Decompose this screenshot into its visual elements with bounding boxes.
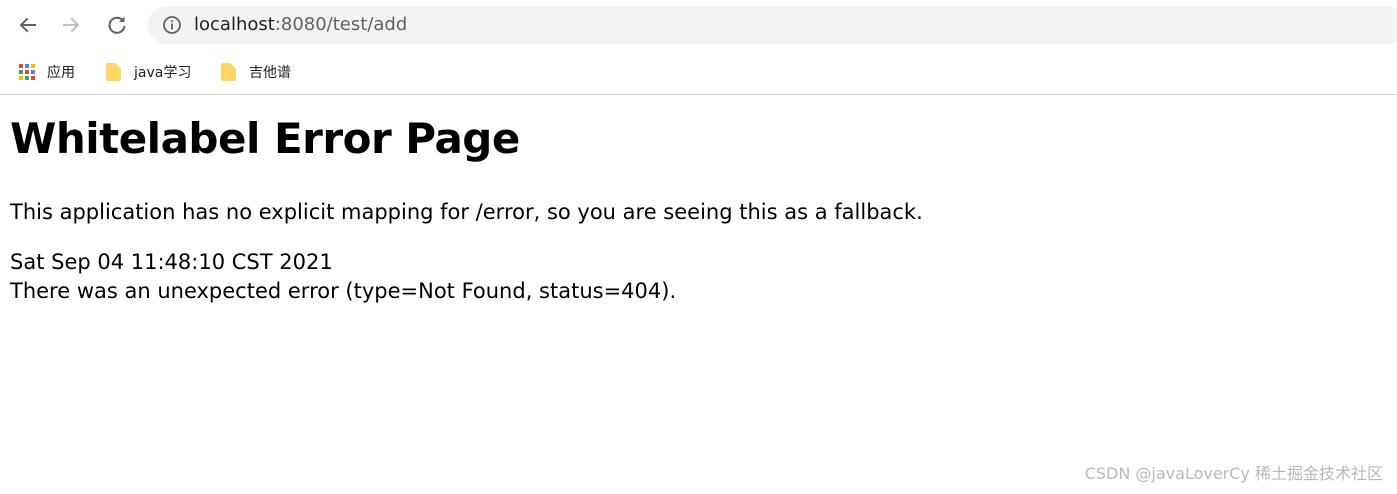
bookmarks-bar: 应用 java学习 吉他谱	[0, 50, 1397, 95]
reload-icon	[108, 16, 126, 34]
watermark: CSDN @javaLoverCy 稀土掘金技术社区	[1084, 464, 1383, 483]
url-host: localhost	[194, 14, 275, 35]
url-path: :8080/test/add	[274, 14, 408, 35]
arrow-left-icon	[19, 17, 36, 33]
back-button[interactable]	[12, 9, 44, 41]
info-icon[interactable]	[162, 15, 182, 35]
reload-button[interactable]	[101, 9, 133, 41]
folder-icon	[221, 63, 236, 81]
error-timestamp: Sat Sep 04 11:48:10 CST 2021	[10, 250, 333, 274]
bookmark-label: java学习	[134, 65, 192, 81]
browser-toolbar: localhost:8080/test/add	[0, 0, 1397, 50]
page-title: Whitelabel Error Page	[10, 114, 520, 163]
bookmark-label: 吉他谱	[249, 65, 291, 81]
error-description: This application has no explicit mapping…	[10, 200, 923, 224]
apps-grid-icon	[19, 64, 35, 80]
url-text[interactable]: localhost:8080/test/add	[194, 14, 407, 36]
folder-icon	[106, 63, 121, 81]
arrow-right-icon	[63, 17, 80, 33]
bookmark-label: 应用	[47, 65, 75, 81]
forward-button[interactable]	[55, 9, 87, 41]
bookmark-apps[interactable]: 应用	[19, 60, 75, 84]
address-bar[interactable]: localhost:8080/test/add	[148, 6, 1397, 44]
error-message: There was an unexpected error (type=Not …	[10, 279, 677, 303]
error-page-content: Whitelabel Error Page This application h…	[10, 95, 1380, 306]
bookmark-guitar[interactable]: 吉他谱	[220, 60, 291, 84]
bookmark-java[interactable]: java学习	[105, 60, 191, 84]
